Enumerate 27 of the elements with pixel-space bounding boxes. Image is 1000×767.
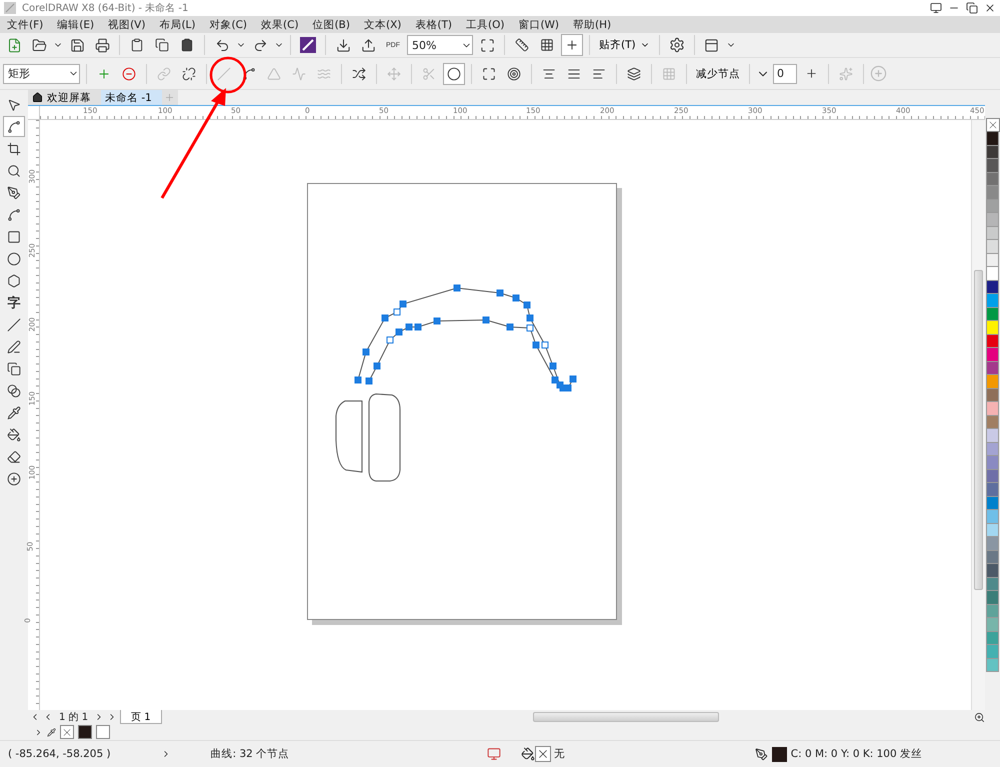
menu-item[interactable]: 表格(T) — [412, 18, 463, 32]
snap-dropdown[interactable]: 贴齐(T) — [596, 38, 653, 52]
menu-item[interactable]: 效果(C) — [258, 18, 310, 32]
menu-item[interactable]: 视图(V) — [105, 18, 156, 32]
menu-item[interactable]: 窗口(W) — [515, 18, 570, 32]
text-tool[interactable]: 字 — [3, 292, 25, 313]
fill-status: 无 — [554, 747, 565, 761]
outline-status: C: 0 M: 0 Y: 0 K: 100 发丝 — [790, 747, 922, 761]
document-tab[interactable]: 欢迎屏幕 — [28, 90, 101, 105]
reduce-nodes-button[interactable]: 减少节点 — [693, 66, 743, 80]
menu-item[interactable]: 文件(F) — [4, 18, 54, 32]
page-tab[interactable]: 页 1 — [120, 710, 162, 724]
object-type-dropdown[interactable]: 矩形 — [3, 64, 80, 84]
menu-item[interactable]: 对象(C) — [206, 18, 258, 32]
menu-item[interactable]: 位图(B) — [310, 18, 361, 32]
menu-item[interactable]: 工具(O) — [462, 18, 516, 32]
menu-item[interactable]: 帮助(H) — [570, 18, 622, 32]
menu-item[interactable]: 布局(L) — [156, 18, 206, 32]
page-counter: 1 的 1 — [58, 711, 90, 724]
smoothness-field[interactable]: 0 — [773, 64, 797, 84]
cursor-coordinates: ( -85.264, -58.205 ) — [8, 748, 111, 760]
selection-info: 曲线: 32 个节点 — [210, 747, 290, 761]
menu-item[interactable]: 文本(X) — [360, 18, 412, 32]
window-title: CorelDRAW X8 (64-Bit) - 未命名 -1 — [22, 2, 190, 15]
menu-item[interactable]: 编辑(E) — [54, 18, 106, 32]
zoom-dropdown[interactable]: 50% — [407, 35, 473, 55]
document-tab[interactable]: 未命名 -1 — [101, 90, 162, 105]
